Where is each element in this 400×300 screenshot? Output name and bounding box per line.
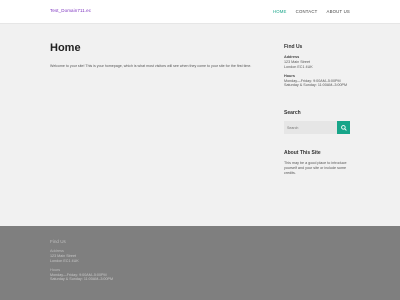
footer-address-label: Address bbox=[50, 249, 64, 253]
footer-hours-label: Hours bbox=[50, 267, 61, 272]
search-input[interactable] bbox=[284, 121, 337, 135]
search-widget: Search bbox=[284, 110, 350, 135]
main-content: Home Welcome to your site! This is your … bbox=[50, 42, 260, 69]
find-us-widget: Find Us Address 123 Main Street London E… bbox=[284, 44, 350, 88]
site-header: Test_Domain711.ec HOME CONTACT ABOUT US bbox=[0, 0, 400, 24]
search-form bbox=[284, 121, 350, 135]
sidebar: Find Us Address 123 Main Street London E… bbox=[284, 44, 350, 176]
search-button[interactable] bbox=[337, 121, 350, 135]
nav-item-home[interactable]: HOME bbox=[273, 9, 287, 14]
about-text: This may be a good place to introduce yo… bbox=[284, 161, 347, 175]
nav-item-contact[interactable]: CONTACT bbox=[296, 9, 318, 14]
find-us-title: Find Us bbox=[284, 44, 303, 50]
footer-find-us: Find Us Address 123 Main Street London E… bbox=[50, 239, 170, 282]
nav-item-about-us[interactable]: ABOUT US bbox=[327, 9, 351, 14]
about-widget: About This Site This may be a good place… bbox=[284, 150, 350, 175]
address-label: Address bbox=[284, 55, 300, 59]
page-title: Home bbox=[50, 42, 81, 54]
main-nav: HOME CONTACT ABOUT US bbox=[264, 9, 350, 14]
about-title: About This Site bbox=[284, 150, 321, 157]
search-icon bbox=[340, 124, 347, 131]
search-title: Search bbox=[284, 110, 301, 117]
footer-hours-line-2: Saturday & Sunday: 11:00AM–3:00PM bbox=[50, 277, 114, 282]
site-footer: Find Us Address 123 Main Street London E… bbox=[0, 226, 400, 300]
site-logo[interactable]: Test_Domain711.ec bbox=[50, 8, 91, 13]
hours-line-2: Saturday & Sunday: 11:00AM–3:00PM bbox=[284, 83, 348, 88]
footer-find-us-title: Find Us bbox=[50, 239, 66, 244]
hours-label: Hours bbox=[284, 73, 295, 78]
intro-text: Welcome to your site! This is your homep… bbox=[50, 64, 252, 68]
